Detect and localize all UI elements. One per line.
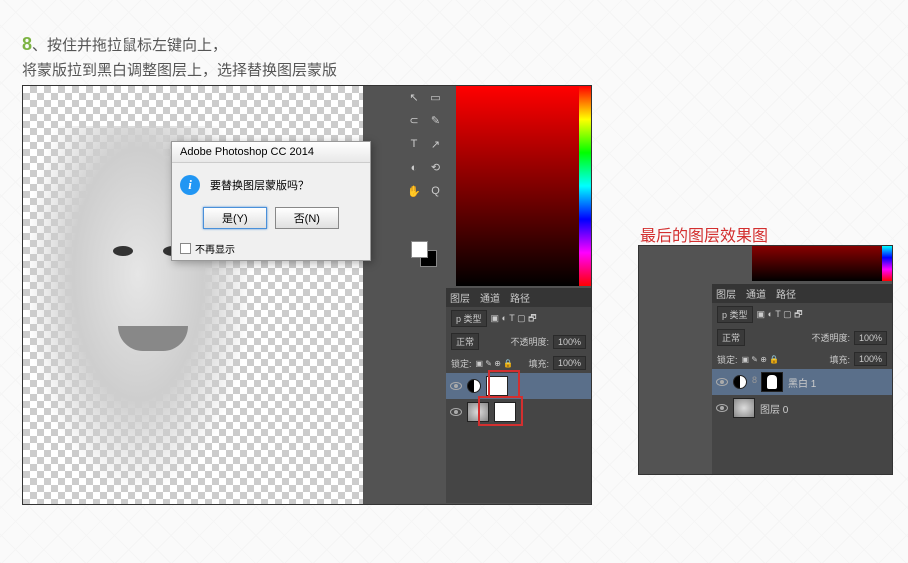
opacity-label: 不透明度: bbox=[510, 335, 549, 348]
lasso-tool-icon[interactable]: ⊂ bbox=[405, 112, 423, 130]
color-swatches[interactable] bbox=[411, 241, 437, 267]
result-layers-panel: 图层 通道 路径 p 类型 ▣ ◐ T ▢ 🗗 正常 不透明度: 100% 锁定… bbox=[712, 284, 892, 474]
marquee-tool-icon[interactable]: ▭ bbox=[427, 88, 445, 106]
replace-mask-dialog: Adobe Photoshop CC 2014 i 要替换图层蒙版吗？ 是(Y)… bbox=[171, 141, 371, 261]
tab-channels[interactable]: 通道 bbox=[746, 286, 766, 301]
tool-palette: ↖ ▭ ⊂ ✎ T ↗ ◐ ⟲ ✋ Q bbox=[403, 86, 448, 206]
layer-mask-thumb[interactable] bbox=[761, 372, 783, 392]
tab-paths[interactable]: 路径 bbox=[510, 290, 530, 305]
foreground-color-swatch[interactable] bbox=[411, 241, 428, 258]
blend-mode-dropdown[interactable]: 正常 bbox=[451, 333, 479, 350]
visibility-icon[interactable] bbox=[716, 404, 728, 412]
tab-layers[interactable]: 图层 bbox=[716, 286, 736, 301]
layer-thumb bbox=[733, 398, 755, 418]
opacity-value[interactable]: 100% bbox=[553, 335, 586, 349]
drag-source-highlight bbox=[478, 396, 523, 426]
dont-show-checkbox[interactable] bbox=[180, 243, 191, 254]
result-screenshot: 图层 通道 路径 p 类型 ▣ ◐ T ▢ 🗗 正常 不透明度: 100% 锁定… bbox=[638, 245, 893, 475]
move-tool-icon[interactable]: ↖ bbox=[405, 88, 423, 106]
layer-name: 图层 0 bbox=[760, 401, 788, 416]
fill-label: 填充: bbox=[528, 357, 549, 370]
color-picker-mini bbox=[752, 246, 892, 281]
pen-tool-icon[interactable]: ↗ bbox=[427, 135, 445, 153]
layer-bw-adjustment[interactable]: 8 黑白 1 bbox=[712, 369, 892, 395]
info-icon: i bbox=[180, 175, 200, 195]
yes-button[interactable]: 是(Y) bbox=[203, 207, 267, 229]
tab-channels[interactable]: 通道 bbox=[480, 290, 500, 305]
visibility-icon[interactable] bbox=[450, 408, 462, 416]
fill-value[interactable]: 100% bbox=[553, 356, 586, 370]
step-instructions: 8、按住并拖拉鼠标左键向上， 将蒙版拉到黑白调整图层上，选择替换图层蒙版 bbox=[22, 30, 337, 83]
lock-label: 锁定: bbox=[451, 357, 472, 370]
dialog-title: Adobe Photoshop CC 2014 bbox=[172, 142, 370, 163]
quickmask-icon[interactable]: Q bbox=[427, 182, 445, 200]
layer-background[interactable]: 图层 0 bbox=[712, 395, 892, 421]
layers-panel: 图层 通道 路径 p 类型 ▣ ◐ T ▢ 🗗 正常 不透明度: 100% 锁定… bbox=[446, 288, 591, 503]
link-icon: 8 bbox=[752, 375, 756, 389]
hue-slider[interactable] bbox=[579, 86, 591, 286]
filter-dropdown[interactable]: p 类型 bbox=[717, 306, 753, 323]
dont-show-label: 不再显示 bbox=[195, 241, 235, 256]
dialog-message: 要替换图层蒙版吗？ bbox=[210, 177, 309, 193]
blend-mode-dropdown[interactable]: 正常 bbox=[717, 329, 745, 346]
dodge-tool-icon[interactable]: ◐ bbox=[405, 159, 423, 177]
layer-background[interactable] bbox=[446, 399, 591, 425]
filter-icons[interactable]: ▣ ◐ T ▢ 🗗 bbox=[491, 311, 537, 327]
adjustment-icon bbox=[467, 379, 481, 393]
hue-mini bbox=[882, 246, 892, 281]
filter-icons[interactable]: ▣ ◐ T ▢ 🗗 bbox=[757, 307, 803, 323]
photoshop-main-window: Adobe Photoshop CC 2014 i 要替换图层蒙版吗？ 是(Y)… bbox=[22, 85, 592, 505]
drag-target-highlight bbox=[488, 370, 520, 398]
opacity-value[interactable]: 100% bbox=[854, 331, 887, 345]
hand-tool-icon[interactable]: ✋ bbox=[405, 182, 423, 200]
color-picker-panel[interactable] bbox=[456, 86, 591, 286]
visibility-icon[interactable] bbox=[450, 382, 462, 390]
filter-dropdown[interactable]: p 类型 bbox=[451, 310, 487, 327]
fill-label: 填充: bbox=[829, 353, 850, 366]
lock-label: 锁定: bbox=[717, 353, 738, 366]
step-number: 8 bbox=[22, 34, 32, 54]
layer-name: 黑白 1 bbox=[788, 375, 816, 390]
no-button[interactable]: 否(N) bbox=[275, 207, 339, 229]
lock-icons[interactable]: ▣ ✎ ⊕ 🔒 bbox=[742, 355, 780, 364]
result-label: 最后的图层效果图 bbox=[640, 222, 768, 246]
tab-layers[interactable]: 图层 bbox=[450, 290, 470, 305]
lock-icons[interactable]: ▣ ✎ ⊕ 🔒 bbox=[476, 359, 514, 368]
rotate-tool-icon[interactable]: ⟲ bbox=[427, 159, 445, 177]
adjustment-icon bbox=[733, 375, 747, 389]
visibility-icon[interactable] bbox=[716, 378, 728, 386]
brush-tool-icon[interactable]: ✎ bbox=[427, 112, 445, 130]
type-tool-icon[interactable]: T bbox=[405, 135, 423, 153]
fill-value[interactable]: 100% bbox=[854, 352, 887, 366]
tab-paths[interactable]: 路径 bbox=[776, 286, 796, 301]
opacity-label: 不透明度: bbox=[811, 331, 850, 344]
